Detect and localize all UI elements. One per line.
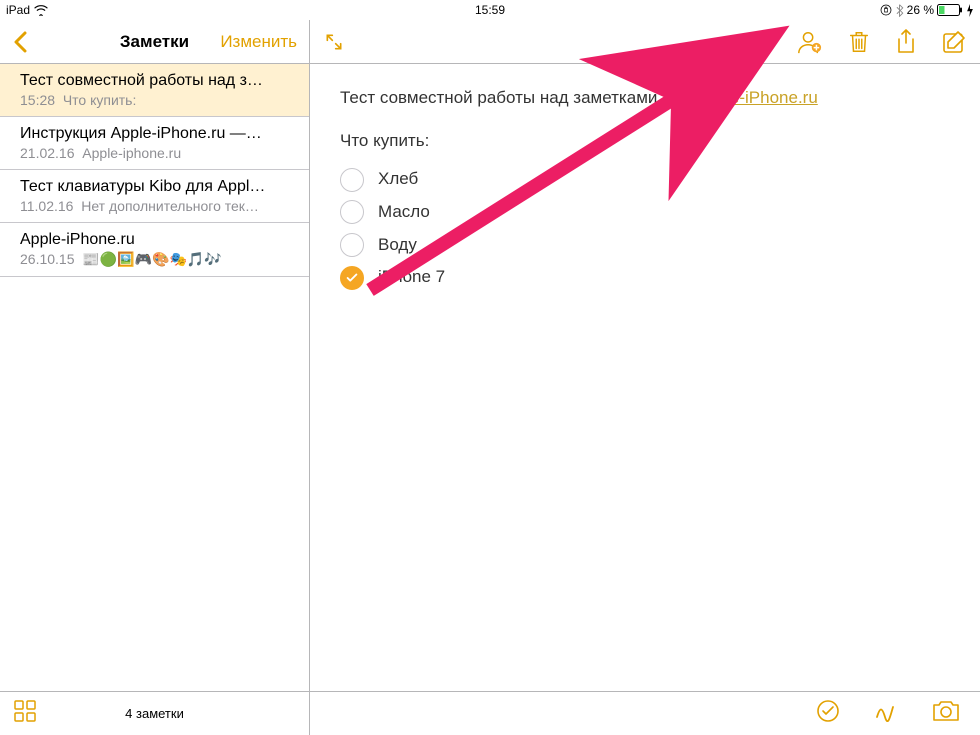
checklist-icon [816, 699, 840, 723]
expand-button[interactable] [324, 32, 344, 52]
chevron-left-icon [13, 31, 27, 53]
detail-bottom-toolbar [310, 691, 980, 735]
detail-toolbar [310, 20, 980, 64]
battery-percent: 26 % [907, 3, 934, 17]
checklist-label: Хлеб [378, 167, 418, 192]
note-subtitle: 11.02.16 Нет дополнительного тек… [20, 198, 295, 214]
bluetooth-icon [895, 4, 904, 17]
add-people-button[interactable] [796, 29, 822, 55]
back-button[interactable] [0, 31, 40, 53]
note-title: Инструкция Apple-iPhone.ru —… [20, 125, 295, 143]
note-subtitle: 26.10.15 📰🟢🖼️🎮🎨🎭🎵🎶 [20, 251, 295, 268]
detail-pane: Тест совместной работы над заметками для… [310, 20, 980, 735]
note-subtitle: 21.02.16 Apple-iphone.ru [20, 145, 295, 161]
note-subhead: Что купить: [340, 129, 950, 154]
share-icon [896, 29, 916, 55]
device-label: iPad [6, 3, 30, 17]
status-time: 15:59 [475, 3, 505, 17]
note-item[interactable]: Apple-iPhone.ru 26.10.15 📰🟢🖼️🎮🎨🎭🎵🎶 [0, 223, 309, 277]
sidebar-header: Заметки Изменить [0, 20, 309, 64]
note-title: Apple-iPhone.ru [20, 231, 295, 249]
person-add-icon [796, 29, 822, 55]
checklist-label: Воду [378, 233, 417, 258]
checklist-label: iPhone 7 [378, 265, 445, 290]
note-title: Тест совместной работы над з… [20, 72, 295, 90]
status-bar: iPad 15:59 26 % [0, 0, 980, 20]
notes-count: 4 заметки [125, 706, 184, 721]
share-button[interactable] [896, 29, 916, 55]
sidebar-footer: 4 заметки [0, 691, 309, 735]
note-item[interactable]: Тест клавиатуры Kibo для Appl… 11.02.16 … [0, 170, 309, 223]
camera-icon [932, 700, 960, 722]
checklist-item[interactable]: Воду [340, 233, 950, 258]
notes-list: Тест совместной работы над з… 15:28 Что … [0, 64, 309, 691]
note-item[interactable]: Инструкция Apple-iPhone.ru —… 21.02.16 A… [0, 117, 309, 170]
camera-button[interactable] [932, 700, 960, 727]
checklist-item[interactable]: Масло [340, 200, 950, 225]
delete-button[interactable] [848, 30, 870, 54]
new-note-button[interactable] [942, 30, 966, 54]
wifi-icon [34, 4, 48, 16]
orientation-lock-icon [880, 4, 892, 16]
note-link[interactable]: Apple-iPhone.ru [696, 88, 818, 107]
battery-icon [937, 4, 963, 16]
checklist-item[interactable]: Хлеб [340, 167, 950, 192]
checkbox-unchecked-icon[interactable] [340, 200, 364, 224]
checklist-button[interactable] [816, 699, 840, 728]
expand-icon [324, 32, 344, 52]
sketch-button[interactable] [874, 699, 898, 728]
checklist-item[interactable]: iPhone 7 [340, 265, 950, 290]
grid-icon [14, 700, 36, 722]
note-first-line: Тест совместной работы над заметками для… [340, 86, 950, 111]
squiggle-icon [874, 699, 898, 723]
note-body[interactable]: Тест совместной работы над заметками для… [310, 64, 980, 691]
grid-view-button[interactable] [0, 700, 36, 727]
edit-button[interactable]: Изменить [220, 32, 309, 52]
checkbox-checked-icon[interactable] [340, 266, 364, 290]
sidebar-title: Заметки [120, 32, 189, 52]
checkbox-unchecked-icon[interactable] [340, 168, 364, 192]
trash-icon [848, 30, 870, 54]
note-title: Тест клавиатуры Kibo для Appl… [20, 178, 295, 196]
charging-icon [966, 4, 974, 17]
note-item[interactable]: Тест совместной работы над з… 15:28 Что … [0, 64, 309, 117]
compose-icon [942, 30, 966, 54]
sidebar: Заметки Изменить Тест совместной работы … [0, 20, 310, 735]
checkbox-unchecked-icon[interactable] [340, 233, 364, 257]
checklist-label: Масло [378, 200, 430, 225]
note-subtitle: 15:28 Что купить: [20, 92, 295, 108]
